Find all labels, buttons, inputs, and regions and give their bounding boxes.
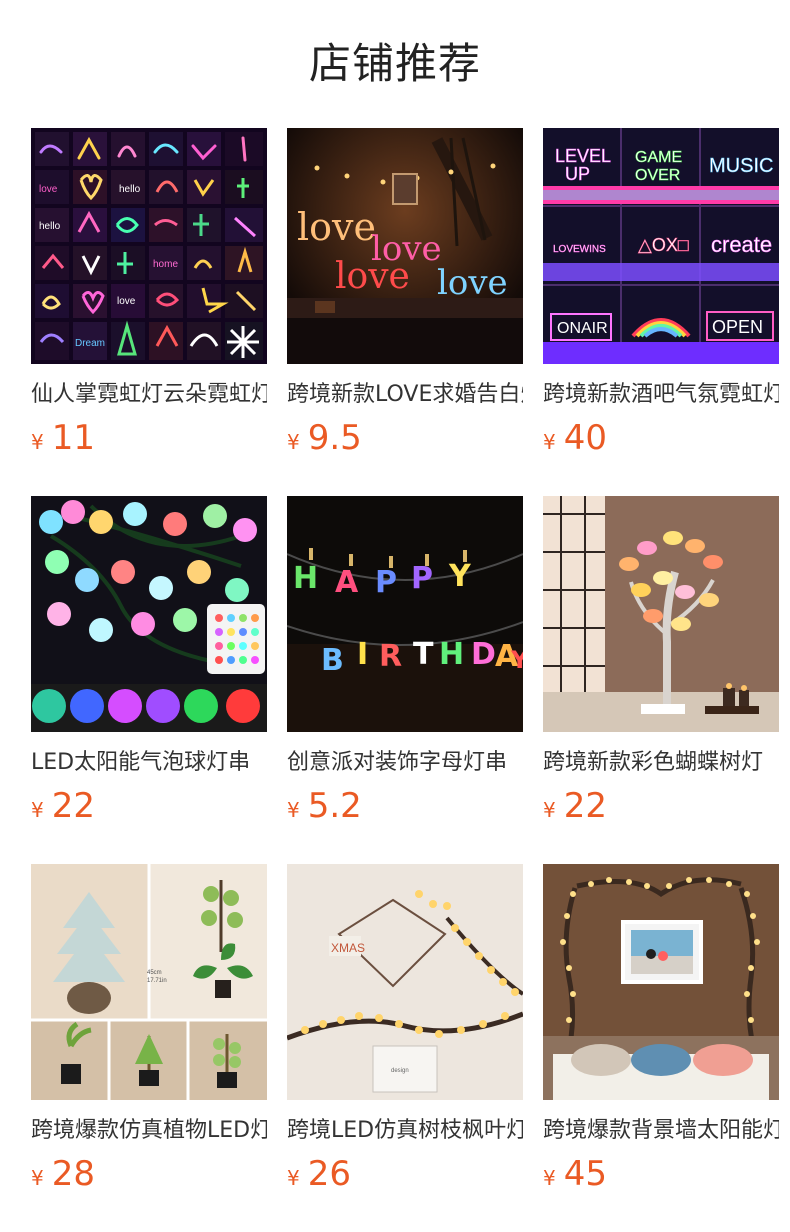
svg-text:love: love: [297, 205, 376, 249]
svg-text:XMAS: XMAS: [331, 941, 365, 955]
product-card[interactable]: love love love love 跨境新款LOVE求婚告白灯 ¥ 9.5: [287, 128, 523, 496]
svg-text:△OX□: △OX□: [638, 235, 689, 255]
butterfly-tree-lamp-image[interactable]: [543, 496, 779, 732]
currency-symbol: ¥: [543, 430, 556, 454]
svg-text:create: create: [711, 232, 772, 257]
product-name[interactable]: 跨境新款彩色蝴蝶树灯: [543, 748, 779, 778]
svg-text:LOVEWINS: LOVEWINS: [553, 244, 606, 255]
svg-text:P: P: [411, 561, 433, 596]
love-neon-sign-image[interactable]: love love love love: [287, 128, 523, 364]
svg-text:Y: Y: [448, 559, 472, 594]
artificial-plant-led-image[interactable]: 45cm 17.71in: [31, 864, 267, 1100]
currency-symbol: ¥: [543, 798, 556, 822]
product-price: ¥ 40: [543, 416, 607, 460]
svg-text:home: home: [153, 259, 178, 270]
product-name[interactable]: 跨境新款LOVE求婚告白灯: [287, 380, 523, 410]
product-name[interactable]: 跨境爆款背景墙太阳能灯: [543, 1116, 779, 1146]
svg-text:D: D: [471, 637, 496, 672]
happy-birthday-letter-lights-image[interactable]: H A P P Y B I R T H D A Y: [287, 496, 523, 732]
svg-text:love: love: [335, 256, 410, 297]
product-price: ¥ 28: [31, 1152, 95, 1196]
currency-symbol: ¥: [287, 430, 300, 454]
product-price: ¥ 22: [543, 784, 607, 828]
price-amount: 11: [51, 418, 95, 458]
product-card[interactable]: LED太阳能气泡球灯串 ¥ 22: [31, 496, 267, 864]
product-card[interactable]: love hello hello home love Dream 仙人掌霓虹灯云…: [31, 128, 267, 496]
svg-text:ONAIR: ONAIR: [557, 320, 608, 337]
currency-symbol: ¥: [31, 798, 44, 822]
svg-text:Y: Y: [510, 646, 523, 674]
price-amount: 45: [563, 1154, 607, 1194]
svg-text:love: love: [437, 263, 508, 303]
svg-text:LEVEL: LEVEL: [555, 146, 611, 166]
svg-text:UP: UP: [565, 164, 590, 184]
wall-branch-lights-image[interactable]: [543, 864, 779, 1100]
price-amount: 28: [51, 1154, 95, 1194]
price-amount: 40: [563, 418, 607, 458]
price-amount: 26: [307, 1154, 351, 1194]
currency-symbol: ¥: [543, 1166, 556, 1190]
svg-text:R: R: [379, 639, 402, 674]
svg-text:GAME: GAME: [635, 149, 682, 166]
svg-text:17.71in: 17.71in: [147, 978, 167, 984]
price-amount: 5.2: [307, 786, 362, 826]
product-name[interactable]: 跨境爆款仿真植物LED灯: [31, 1116, 267, 1146]
product-price: ¥ 5.2: [287, 784, 362, 828]
svg-text:OPEN: OPEN: [712, 317, 763, 337]
svg-text:design: design: [391, 1068, 409, 1074]
svg-text:B: B: [321, 643, 344, 678]
product-price: ¥ 26: [287, 1152, 351, 1196]
svg-text:T: T: [413, 637, 434, 672]
svg-text:H: H: [439, 637, 464, 672]
product-price: ¥ 11: [31, 416, 95, 460]
svg-text:love: love: [39, 184, 58, 195]
neon-sign-collage-image[interactable]: love hello hello home love Dream: [31, 128, 267, 364]
price-amount: 22: [51, 786, 95, 826]
svg-text:hello: hello: [119, 184, 141, 195]
svg-text:P: P: [375, 565, 397, 600]
svg-text:A: A: [335, 565, 359, 600]
product-card[interactable]: 45cm 17.71in 跨境爆款仿真植物LED灯 ¥ 28: [31, 864, 267, 1232]
price-amount: 9.5: [307, 418, 362, 458]
product-name[interactable]: 跨境LED仿真树枝枫叶灯: [287, 1116, 523, 1146]
currency-symbol: ¥: [287, 798, 300, 822]
svg-text:love: love: [117, 296, 136, 307]
svg-text:hello: hello: [39, 221, 61, 232]
product-name[interactable]: 跨境新款酒吧气氛霓虹灯: [543, 380, 779, 410]
recommended-products-grid: love hello hello home love Dream 仙人掌霓虹灯云…: [31, 128, 790, 1232]
product-card[interactable]: 跨境新款彩色蝴蝶树灯 ¥ 22: [543, 496, 779, 864]
product-card[interactable]: XMAS design 跨境LED仿真树枝枫叶灯 ¥ 26: [287, 864, 523, 1232]
product-name[interactable]: 创意派对装饰字母灯串: [287, 748, 523, 778]
product-price: ¥ 9.5: [287, 416, 362, 460]
price-amount: 22: [563, 786, 607, 826]
svg-text:I: I: [357, 637, 368, 672]
svg-text:MUSIC: MUSIC: [709, 155, 773, 177]
product-card[interactable]: 跨境爆款背景墙太阳能灯 ¥ 45: [543, 864, 779, 1232]
product-name[interactable]: 仙人掌霓虹灯云朵霓虹灯: [31, 380, 267, 410]
product-price: ¥ 45: [543, 1152, 607, 1196]
svg-text:45cm: 45cm: [147, 970, 162, 976]
product-name[interactable]: LED太阳能气泡球灯串: [31, 748, 267, 778]
currency-symbol: ¥: [31, 1166, 44, 1190]
svg-text:Dream: Dream: [75, 338, 105, 349]
currency-symbol: ¥: [31, 430, 44, 454]
bar-neon-signs-image[interactable]: LEVEL UP GAME OVER MUSIC LOVEWINS △OX□ c…: [543, 128, 779, 364]
currency-symbol: ¥: [287, 1166, 300, 1190]
svg-text:OVER: OVER: [635, 167, 680, 184]
product-card[interactable]: LEVEL UP GAME OVER MUSIC LOVEWINS △OX□ c…: [543, 128, 779, 496]
led-branch-light-image[interactable]: XMAS design: [287, 864, 523, 1100]
svg-text:H: H: [293, 561, 318, 596]
page-title: 店铺推荐: [308, 39, 481, 88]
bubble-ball-string-lights-image[interactable]: [31, 496, 267, 732]
product-card[interactable]: H A P P Y B I R T H D A Y 创意派对装饰字母灯串 ¥ 5…: [287, 496, 523, 864]
product-price: ¥ 22: [31, 784, 95, 828]
